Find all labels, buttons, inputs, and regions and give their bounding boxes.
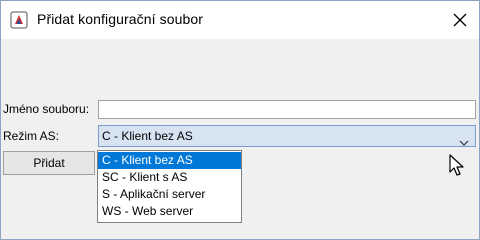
- mode-select[interactable]: C - Klient bez AS: [98, 125, 476, 147]
- add-button[interactable]: Přidat: [3, 151, 95, 175]
- mode-dropdown-list: C - Klient bez AS SC - Klient s AS S - A…: [97, 150, 242, 223]
- dropdown-option[interactable]: WS - Web server: [98, 203, 241, 220]
- mode-label: Režim AS:: [3, 129, 60, 143]
- close-button[interactable]: [445, 5, 475, 35]
- mode-select-value: C - Klient bez AS: [102, 129, 193, 143]
- mouse-pointer-icon: [449, 154, 467, 178]
- dialog-window: Přidat konfigurační soubor Jméno souboru…: [0, 0, 480, 240]
- filename-label: Jméno souboru:: [3, 102, 90, 116]
- java-app-icon: [10, 11, 28, 29]
- filename-input[interactable]: [98, 100, 476, 119]
- close-icon: [453, 13, 467, 27]
- dropdown-option[interactable]: C - Klient bez AS: [98, 152, 241, 169]
- dropdown-option[interactable]: SC - Klient s AS: [98, 169, 241, 186]
- window-title: Přidat konfigurační soubor: [37, 11, 204, 27]
- chevron-down-icon: [459, 133, 469, 151]
- dropdown-option[interactable]: S - Aplikační server: [98, 186, 241, 203]
- title-bar[interactable]: Přidat konfigurační soubor: [1, 1, 479, 39]
